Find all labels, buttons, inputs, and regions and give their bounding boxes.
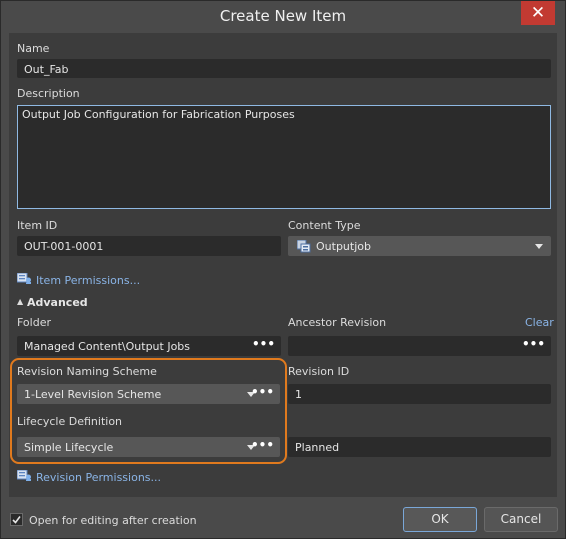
advanced-expander-icon[interactable]: ▲ — [17, 297, 23, 306]
create-new-item-dialog: Create New Item ✕ Name Out_Fab Descripti… — [0, 0, 566, 539]
highlight-annotation — [10, 358, 287, 464]
permissions-icon — [17, 470, 31, 481]
ancestor-revision-field[interactable]: ••• — [288, 336, 551, 356]
revision-id-field[interactable]: 1 — [288, 384, 551, 404]
name-field[interactable]: Out_Fab — [17, 59, 551, 78]
outputjob-icon — [297, 240, 311, 253]
content-type-dropdown[interactable]: Outputjob — [288, 236, 551, 256]
item-permissions-link[interactable]: Item Permissions... — [36, 274, 140, 287]
cancel-button[interactable]: Cancel — [484, 507, 558, 532]
checkmark-icon — [12, 516, 21, 524]
folder-browse-button[interactable]: ••• — [252, 337, 275, 351]
description-field[interactable]: Output Job Configuration for Fabrication… — [17, 105, 551, 209]
permissions-icon — [17, 273, 31, 284]
ancestor-revision-label: Ancestor Revision — [288, 316, 387, 329]
description-label: Description — [17, 87, 80, 100]
folder-label: Folder — [17, 316, 51, 329]
content-type-label: Content Type — [288, 219, 361, 232]
title-bar: Create New Item ✕ — [1, 1, 565, 33]
open-for-editing-label: Open for editing after creation — [29, 514, 197, 527]
advanced-section-label[interactable]: Advanced — [27, 296, 88, 309]
item-id-label: Item ID — [17, 219, 58, 232]
description-value: Output Job Configuration for Fabrication… — [22, 108, 295, 121]
chevron-down-icon — [535, 244, 543, 249]
revision-permissions-link[interactable]: Revision Permissions... — [36, 471, 161, 484]
dialog-title: Create New Item — [219, 7, 347, 25]
item-id-value: OUT-001-0001 — [24, 240, 104, 253]
close-button[interactable]: ✕ — [521, 1, 555, 25]
folder-value: Managed Content\Output Jobs — [24, 340, 191, 353]
lifecycle-state-value: Planned — [295, 441, 340, 454]
revision-id-label: Revision ID — [288, 365, 350, 378]
ancestor-browse-button[interactable]: ••• — [522, 337, 545, 351]
folder-field[interactable]: Managed Content\Output Jobs ••• — [17, 336, 281, 356]
clear-ancestor-link[interactable]: Clear — [525, 316, 554, 329]
content-type-value: Outputjob — [316, 240, 371, 253]
item-id-field[interactable]: OUT-001-0001 — [17, 236, 281, 256]
name-value: Out_Fab — [24, 63, 69, 76]
lifecycle-state-field: Planned — [288, 437, 551, 457]
ok-button[interactable]: OK — [403, 507, 477, 532]
name-label: Name — [17, 42, 50, 55]
open-for-editing-checkbox[interactable] — [10, 513, 23, 526]
revision-id-value: 1 — [295, 388, 302, 401]
